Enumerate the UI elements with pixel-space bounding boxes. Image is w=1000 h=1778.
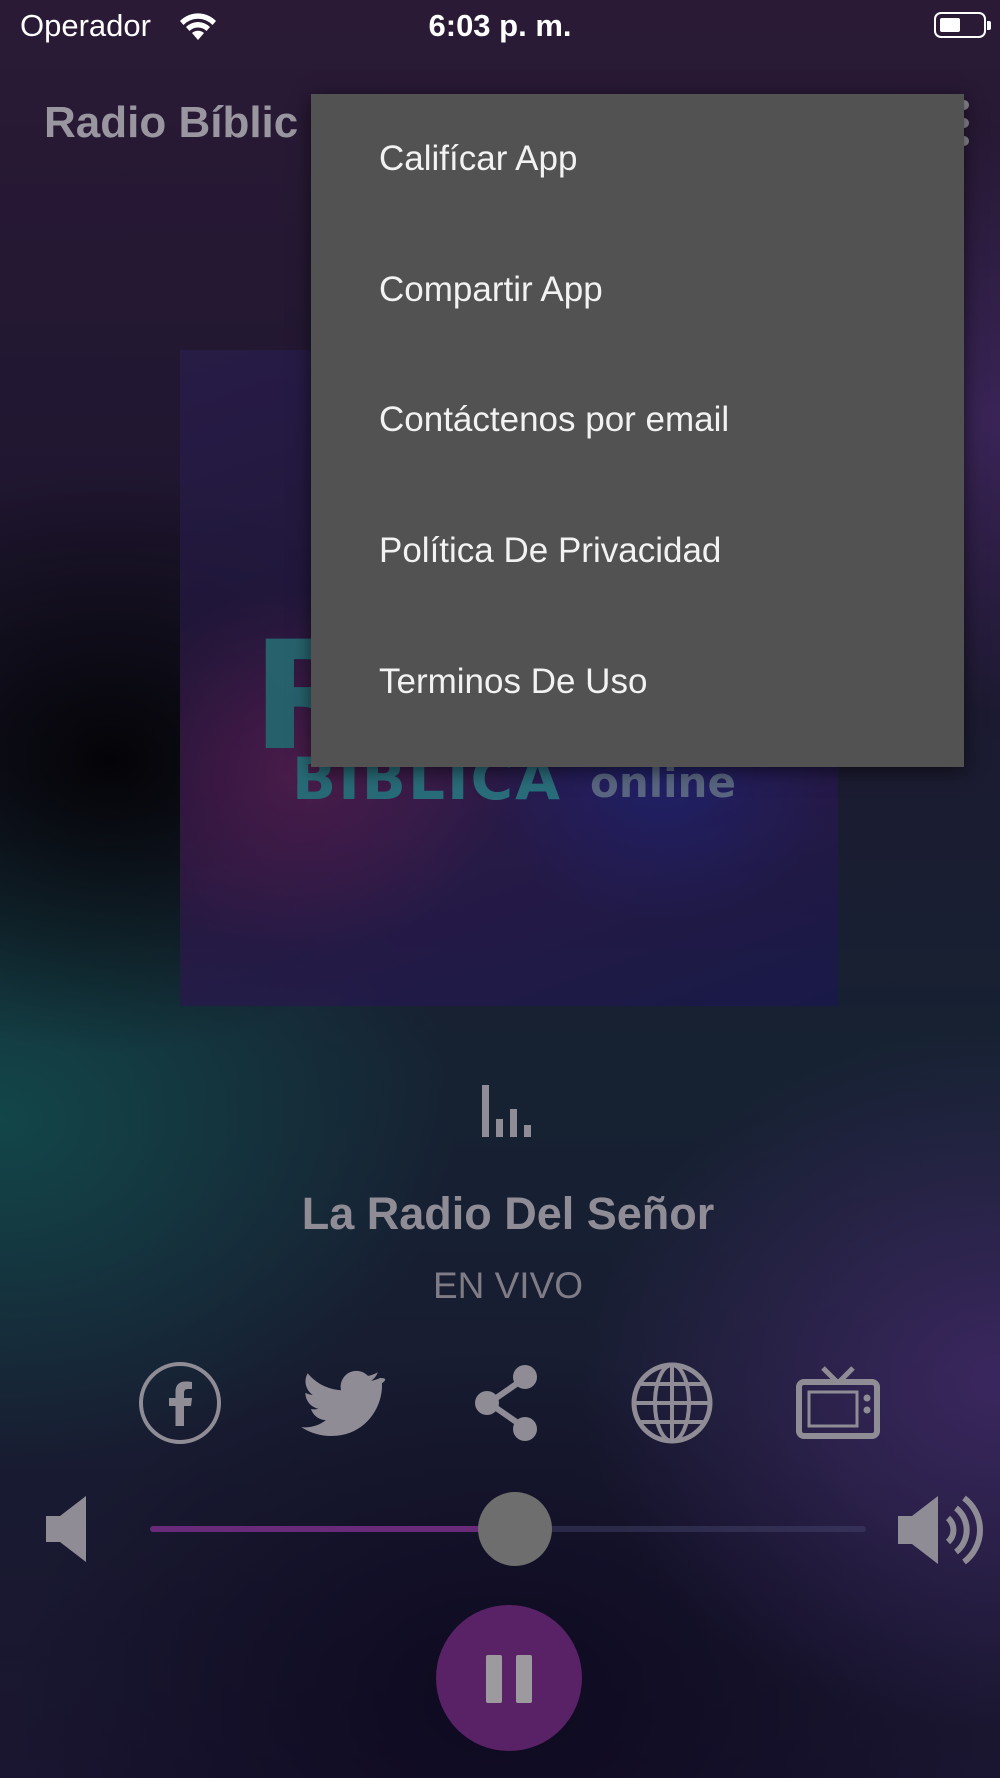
overflow-menu: Califícar App Compartir App Contáctenos … [311, 94, 964, 767]
volume-slider-fill [150, 1526, 516, 1532]
menu-item-share-app[interactable]: Compartir App [311, 225, 964, 356]
menu-item-rate-app[interactable]: Califícar App [311, 94, 964, 225]
twitter-icon[interactable] [300, 1360, 386, 1446]
live-status: EN VIVO [432, 1265, 584, 1306]
volume-high-icon[interactable] [896, 1490, 986, 1570]
pause-button[interactable] [436, 1605, 582, 1751]
station-name: La Radio Del Señor [301, 1188, 715, 1239]
share-icon[interactable] [465, 1360, 551, 1446]
status-time: 6:03 p. m. [428, 8, 572, 43]
pause-icon [486, 1655, 502, 1703]
battery-icon [934, 12, 991, 38]
app-title: Radio Bíblic [44, 98, 299, 147]
tv-icon[interactable] [795, 1360, 881, 1446]
facebook-icon[interactable] [137, 1360, 223, 1446]
menu-item-terms-of-use[interactable]: Terminos De Uso [311, 616, 964, 747]
volume-low-icon[interactable] [44, 1494, 90, 1564]
volume-slider-thumb[interactable] [478, 1492, 553, 1566]
menu-item-privacy-policy[interactable]: Política De Privacidad [311, 486, 964, 617]
status-bar: Operador 6:03 p. m. [0, 0, 1000, 54]
pause-icon-bar [516, 1655, 532, 1703]
volume-control [0, 1490, 1000, 1570]
volume-slider[interactable] [150, 1492, 866, 1566]
equalizer-icon [482, 1085, 531, 1137]
menu-item-contact-email[interactable]: Contáctenos por email [311, 355, 964, 486]
globe-icon[interactable] [629, 1360, 715, 1446]
